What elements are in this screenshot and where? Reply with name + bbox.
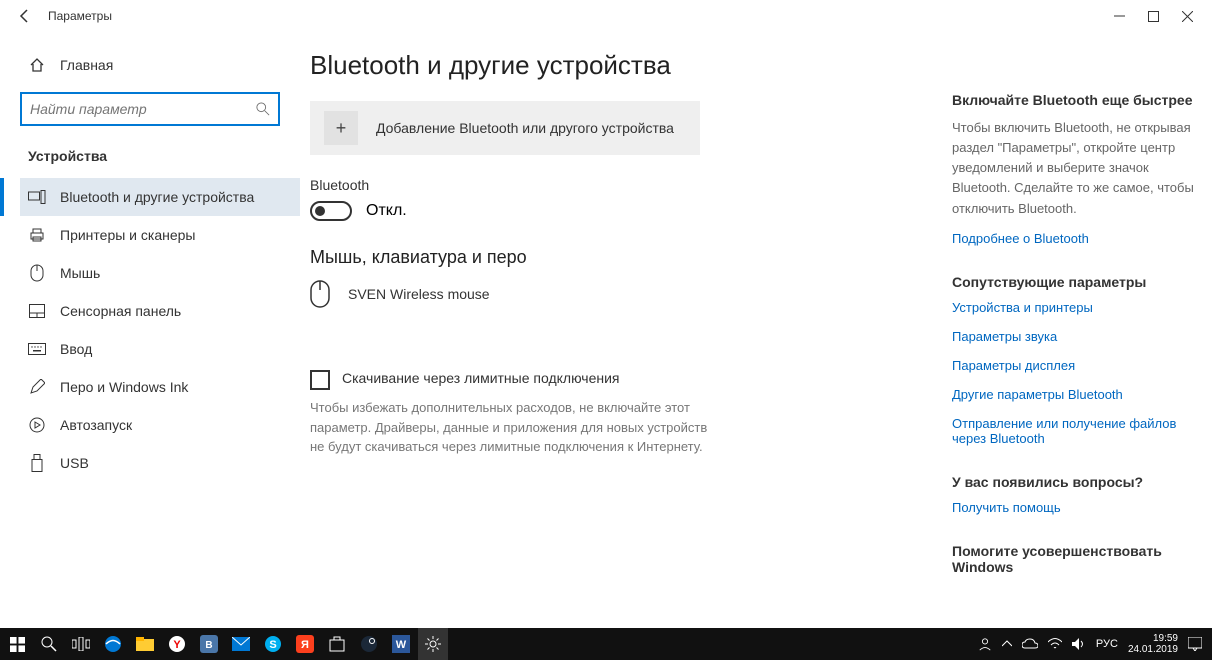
tray-notifications-icon[interactable] bbox=[1188, 637, 1202, 651]
sidebar-item-mouse[interactable]: Мышь bbox=[20, 254, 300, 292]
printer-icon bbox=[28, 226, 46, 244]
nav-label: Сенсорная панель bbox=[60, 303, 181, 319]
svg-text:S: S bbox=[269, 639, 276, 651]
pen-icon bbox=[28, 378, 46, 396]
explorer-icon[interactable] bbox=[130, 628, 160, 660]
tray-language[interactable]: РУС bbox=[1096, 638, 1118, 650]
device-name: SVEN Wireless mouse bbox=[348, 286, 490, 302]
nav-label: Bluetooth и другие устройства bbox=[60, 189, 254, 205]
tip-title: Включайте Bluetooth еще быстрее bbox=[952, 92, 1196, 108]
yandex-icon[interactable]: Y bbox=[162, 628, 192, 660]
devices-icon bbox=[28, 188, 46, 206]
tray-volume-icon[interactable] bbox=[1072, 638, 1086, 650]
main-content: Bluetooth и другие устройства + Добавлен… bbox=[300, 32, 952, 628]
nav-label: Перо и Windows Ink bbox=[60, 379, 188, 395]
bluetooth-state: Откл. bbox=[366, 202, 407, 220]
search-taskbar-icon[interactable] bbox=[34, 628, 64, 660]
maximize-button[interactable] bbox=[1146, 9, 1160, 23]
search-box[interactable] bbox=[20, 92, 280, 126]
settings-taskbar-icon[interactable] bbox=[418, 628, 448, 660]
sidebar-item-typing[interactable]: Ввод bbox=[20, 330, 300, 368]
nav-label: Ввод bbox=[60, 341, 92, 357]
related-link-display[interactable]: Параметры дисплея bbox=[952, 358, 1196, 373]
help-link[interactable]: Получить помощь bbox=[952, 500, 1196, 515]
nav-label: Мышь bbox=[60, 265, 100, 281]
tray-wifi-icon[interactable] bbox=[1048, 638, 1062, 650]
touchpad-icon bbox=[28, 302, 46, 320]
titlebar: Параметры bbox=[0, 0, 1212, 32]
related-link-devices-printers[interactable]: Устройства и принтеры bbox=[952, 300, 1196, 315]
sidebar-section-title: Устройства bbox=[20, 138, 300, 178]
keyboard-icon bbox=[28, 340, 46, 358]
tray-date: 24.01.2019 bbox=[1128, 644, 1178, 655]
sidebar-item-usb[interactable]: USB bbox=[20, 444, 300, 482]
autoplay-icon bbox=[28, 416, 46, 434]
home-link[interactable]: Главная bbox=[20, 48, 300, 82]
vk-icon[interactable]: B bbox=[194, 628, 224, 660]
sidebar-item-bluetooth[interactable]: Bluetooth и другие устройства bbox=[20, 178, 300, 216]
sidebar-item-pen[interactable]: Перо и Windows Ink bbox=[20, 368, 300, 406]
page-title: Bluetooth и другие устройства bbox=[310, 50, 912, 81]
plus-icon: + bbox=[324, 111, 358, 145]
help-title: У вас появились вопросы? bbox=[952, 474, 1196, 490]
metered-description: Чтобы избежать дополнительных расходов, … bbox=[310, 398, 710, 457]
close-button[interactable] bbox=[1180, 9, 1194, 23]
window-title: Параметры bbox=[48, 9, 112, 23]
sidebar-item-printers[interactable]: Принтеры и сканеры bbox=[20, 216, 300, 254]
start-button[interactable] bbox=[2, 628, 32, 660]
yandex-browser-icon[interactable]: Я bbox=[290, 628, 320, 660]
bluetooth-toggle[interactable] bbox=[310, 201, 352, 221]
right-panel: Включайте Bluetooth еще быстрее Чтобы вк… bbox=[952, 32, 1212, 628]
tip-text: Чтобы включить Bluetooth, не открывая ра… bbox=[952, 118, 1196, 219]
home-label: Главная bbox=[60, 57, 113, 73]
svg-text:Я: Я bbox=[301, 639, 309, 651]
mouse-icon bbox=[28, 264, 46, 282]
taskbar: Y B S Я W РУС 19:59 24.01.2019 bbox=[0, 628, 1212, 660]
related-link-bluetooth-more[interactable]: Другие параметры Bluetooth bbox=[952, 387, 1196, 402]
tray-clock[interactable]: 19:59 24.01.2019 bbox=[1128, 633, 1178, 655]
sidebar-item-touchpad[interactable]: Сенсорная панель bbox=[20, 292, 300, 330]
tray-up-icon[interactable] bbox=[1002, 640, 1012, 648]
back-button[interactable] bbox=[10, 8, 40, 24]
search-input[interactable] bbox=[30, 101, 256, 117]
mouse-section-title: Мышь, клавиатура и перо bbox=[310, 247, 912, 268]
store-icon[interactable] bbox=[322, 628, 352, 660]
add-device-button[interactable]: + Добавление Bluetooth или другого устро… bbox=[310, 101, 700, 155]
tip-link[interactable]: Подробнее о Bluetooth bbox=[952, 231, 1196, 246]
home-icon bbox=[28, 56, 46, 74]
minimize-button[interactable] bbox=[1112, 9, 1126, 23]
device-row[interactable]: SVEN Wireless mouse bbox=[310, 268, 912, 320]
word-icon[interactable]: W bbox=[386, 628, 416, 660]
usb-icon bbox=[28, 454, 46, 472]
bluetooth-label: Bluetooth bbox=[310, 177, 912, 193]
taskview-icon[interactable] bbox=[66, 628, 96, 660]
improve-title: Помогите усовершенствовать Windows bbox=[952, 543, 1196, 575]
skype-icon[interactable]: S bbox=[258, 628, 288, 660]
steam-icon[interactable] bbox=[354, 628, 384, 660]
nav-label: Автозапуск bbox=[60, 417, 132, 433]
svg-text:B: B bbox=[205, 640, 212, 651]
tray-onedrive-icon[interactable] bbox=[1022, 638, 1038, 650]
sidebar: Главная Устройства Bluetooth и другие ус… bbox=[0, 32, 300, 628]
nav-label: USB bbox=[60, 455, 89, 471]
svg-text:W: W bbox=[396, 639, 407, 651]
edge-icon[interactable] bbox=[98, 628, 128, 660]
svg-text:Y: Y bbox=[173, 639, 181, 651]
related-link-sound[interactable]: Параметры звука bbox=[952, 329, 1196, 344]
sidebar-item-autoplay[interactable]: Автозапуск bbox=[20, 406, 300, 444]
add-device-label: Добавление Bluetooth или другого устройс… bbox=[376, 120, 674, 136]
metered-label: Скачивание через лимитные подключения bbox=[342, 370, 619, 386]
tray-time: 19:59 bbox=[1128, 633, 1178, 644]
tray-people-icon[interactable] bbox=[978, 637, 992, 651]
nav-label: Принтеры и сканеры bbox=[60, 227, 195, 243]
mail-icon[interactable] bbox=[226, 628, 256, 660]
mouse-device-icon bbox=[310, 280, 330, 308]
related-link-send-receive[interactable]: Отправление или получение файлов через B… bbox=[952, 416, 1196, 446]
search-icon bbox=[256, 102, 270, 116]
related-title: Сопутствующие параметры bbox=[952, 274, 1196, 290]
metered-checkbox[interactable] bbox=[310, 370, 330, 390]
